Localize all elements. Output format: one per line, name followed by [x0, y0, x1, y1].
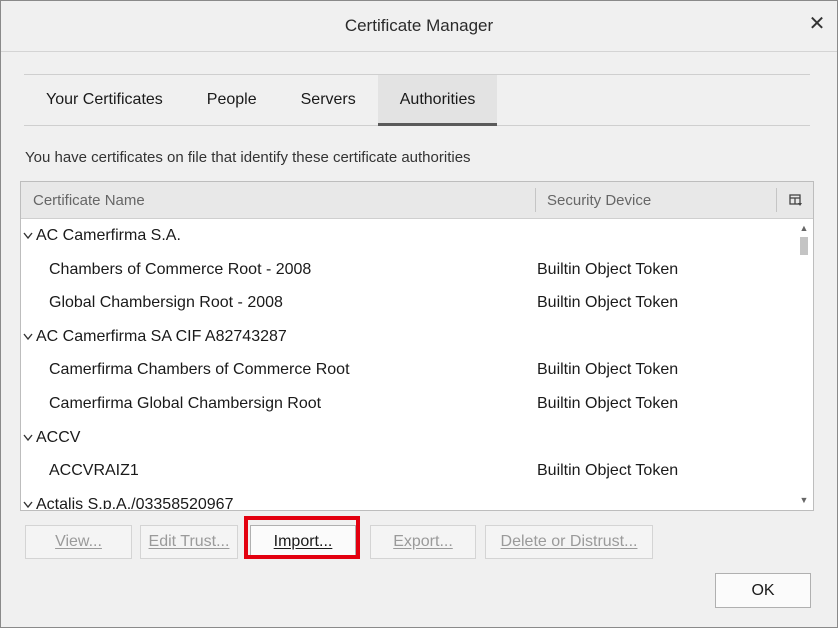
security-device: Builtin Object Token [537, 260, 679, 278]
column-separator[interactable] [776, 188, 777, 212]
certificate-name: ACCV [36, 428, 81, 446]
ok-button[interactable]: OK [715, 573, 811, 608]
tree-row-group[interactable]: AC Camerfirma SA CIF A82743287 [21, 320, 795, 354]
edit-trust-button[interactable]: Edit Trust... [140, 525, 238, 559]
window-title: Certificate Manager [344, 16, 494, 35]
column-picker-icon[interactable] [789, 193, 803, 207]
tree-row[interactable]: Camerfirma Chambers of Commerce Root Bui… [21, 353, 795, 387]
certificate-name: AC Camerfirma SA CIF A82743287 [36, 327, 287, 345]
chevron-down-icon[interactable] [23, 333, 33, 341]
tree-row[interactable]: Chambers of Commerce Root - 2008 Builtin… [21, 253, 795, 287]
certificate-tree[interactable]: Certificate Name Security Device AC Came… [20, 181, 814, 511]
tree-row-group[interactable]: Actalis S.p.A./03358520967 [21, 488, 795, 509]
title-bar: Certificate Manager ✕ [1, 1, 837, 52]
close-icon: ✕ [808, 13, 826, 35]
certificate-manager-window: Certificate Manager ✕ Your Certificates … [0, 0, 838, 628]
chevron-down-icon[interactable] [23, 434, 33, 442]
scroll-down-icon[interactable]: ▼ [799, 495, 809, 505]
security-device: Builtin Object Token [537, 394, 679, 412]
tab-your-certificates[interactable]: Your Certificates [24, 75, 185, 125]
close-button[interactable]: ✕ [805, 12, 829, 36]
tab-servers[interactable]: Servers [279, 75, 378, 125]
certificate-name: Actalis S.p.A./03358520967 [36, 495, 234, 509]
tree-row-group[interactable]: AC Camerfirma S.A. [21, 219, 795, 253]
export-button[interactable]: Export... [370, 525, 476, 559]
certificate-name: Camerfirma Global Chambersign Root [49, 394, 322, 412]
certificate-name: AC Camerfirma S.A. [36, 227, 181, 244]
chevron-down-icon[interactable] [23, 232, 33, 240]
tree-row[interactable]: Camerfirma Global Chambersign Root Built… [21, 387, 795, 421]
tree-row-group[interactable]: ACCV [21, 421, 795, 455]
import-button[interactable]: Import... [250, 525, 356, 559]
scroll-thumb[interactable] [800, 237, 808, 255]
security-device: Builtin Object Token [537, 361, 679, 379]
certificate-name: Global Chambersign Root - 2008 [49, 294, 283, 312]
authorities-description: You have certificates on file that ident… [25, 149, 471, 166]
tree-scrollbar[interactable]: ▲ ▼ [795, 219, 813, 509]
security-device: Builtin Object Token [537, 294, 679, 312]
column-security-device[interactable]: Security Device [547, 182, 651, 218]
tree-row[interactable]: ACCVRAIZ1 Builtin Object Token [21, 454, 795, 488]
tab-authorities[interactable]: Authorities [377, 75, 498, 126]
tree-rows: AC Camerfirma S.A. Chambers of Commerce … [21, 219, 795, 509]
delete-or-distrust-button[interactable]: Delete or Distrust... [485, 525, 653, 559]
certificate-name: ACCVRAIZ1 [49, 462, 139, 480]
tab-people[interactable]: People [185, 75, 279, 125]
tree-header: Certificate Name Security Device [21, 182, 813, 219]
column-separator[interactable] [535, 188, 536, 212]
certificate-name: Camerfirma Chambers of Commerce Root [49, 361, 350, 379]
security-device: Builtin Object Token [537, 462, 679, 480]
tab-bar: Your Certificates People Servers Authori… [24, 74, 810, 126]
view-button[interactable]: View... [25, 525, 132, 559]
scroll-up-icon[interactable]: ▲ [799, 223, 809, 233]
certificate-name: Chambers of Commerce Root - 2008 [49, 260, 312, 278]
tree-row[interactable]: Global Chambersign Root - 2008 Builtin O… [21, 286, 795, 320]
column-certificate-name[interactable]: Certificate Name [33, 182, 145, 218]
chevron-down-icon[interactable] [23, 501, 33, 509]
